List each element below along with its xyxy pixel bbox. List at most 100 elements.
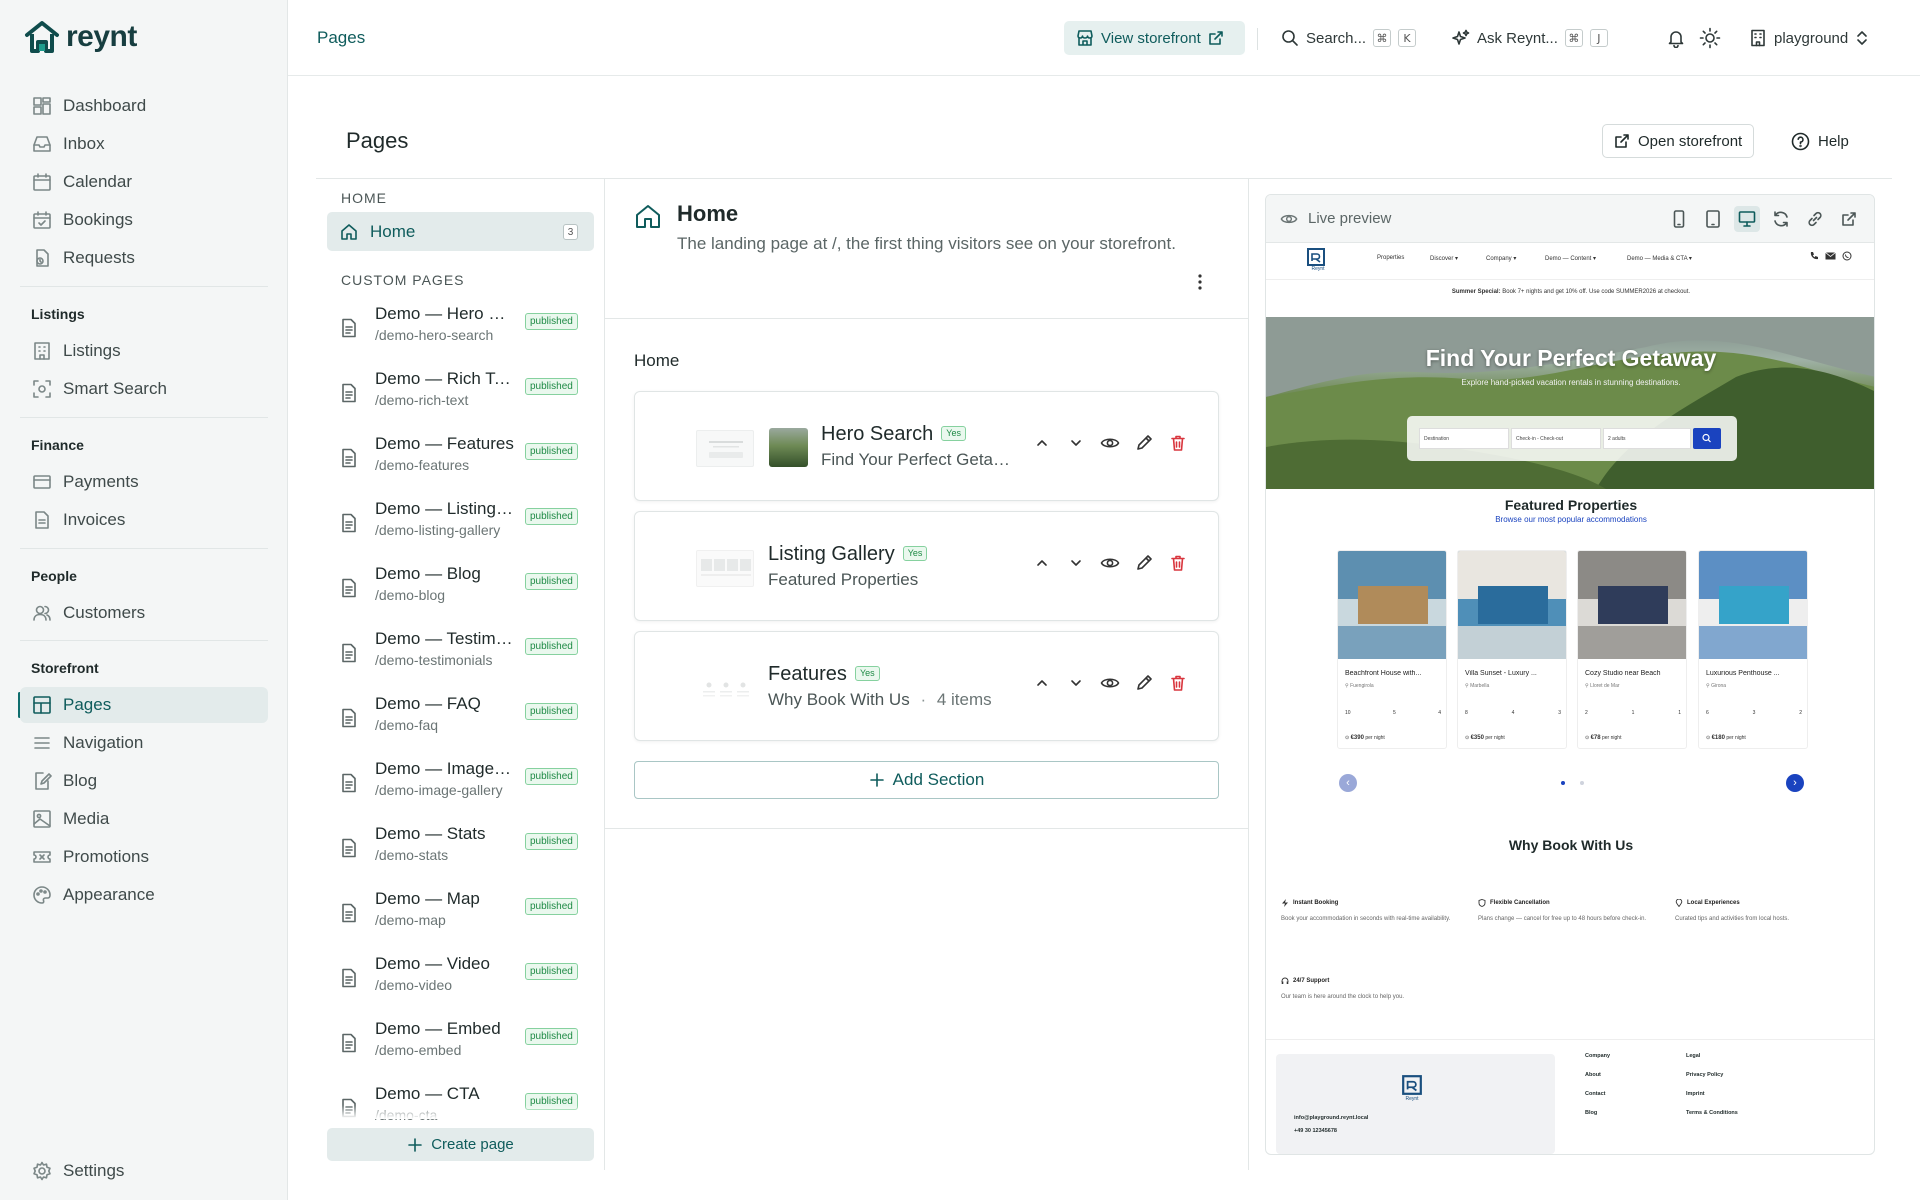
help-button[interactable]: Help [1791,124,1849,158]
property-location: ⚲ Marbella [1465,683,1490,689]
move-down-icon[interactable] [1065,432,1087,454]
workspace-switcher[interactable]: playground [1749,21,1869,55]
theme-toggle-button[interactable] [1699,21,1721,55]
link-icon[interactable] [1802,206,1828,232]
nav-settings[interactable]: Settings [20,1153,268,1189]
page-item-home[interactable]: Home 3 [327,212,594,251]
site-nav-item[interactable]: Company ▾ [1486,255,1516,262]
nav-calendar[interactable]: Calendar [20,164,268,200]
carousel-prev-button[interactable]: ‹ [1339,774,1357,792]
trash-icon[interactable] [1167,432,1189,454]
nav-requests[interactable]: Requests [20,240,268,276]
edit-pencil-icon[interactable] [1133,552,1155,574]
footer-link[interactable]: Imprint [1686,1091,1705,1097]
footer-link[interactable]: Terms & Conditions [1686,1110,1738,1116]
move-up-icon[interactable] [1031,432,1053,454]
carousel-dot[interactable] [1580,781,1584,785]
page-item[interactable]: Demo — Stats/demo-stats published [340,824,590,884]
trash-icon[interactable] [1167,552,1189,574]
nav-smart-search[interactable]: Smart Search [20,371,268,407]
hero-landscape-image [1266,317,1874,489]
edit-pencil-icon[interactable] [1133,432,1155,454]
nav-dashboard[interactable]: Dashboard [20,88,268,124]
tablet-icon[interactable] [1700,206,1726,232]
add-section-label: Add Section [892,770,985,789]
nav-label: Customers [63,603,146,622]
dates-field[interactable]: Check-in - Check-out [1511,428,1601,449]
footer-phone: +49 30 12345678 [1294,1128,1337,1134]
property-card[interactable]: Luxurious Penthouse ... ⚲ Girona 6 3 2 ⊙ €180… [1698,550,1808,749]
nav-bookings[interactable]: Bookings [20,202,268,238]
ask-reynt-button[interactable]: Ask Reynt... ⌘ J [1452,21,1608,55]
page-item[interactable]: Demo — Hero Search/demo-hero-search publi… [340,304,590,364]
refresh-icon[interactable] [1768,206,1794,232]
page-item[interactable]: Demo — Testimonials/demo-testimonials pub… [340,629,590,689]
carousel-next-button[interactable]: › [1786,774,1804,792]
eye-icon[interactable] [1099,672,1121,694]
property-card[interactable]: Cozy Studio near Beach ⚲ Lloret de Mar 2 1 1… [1577,550,1687,749]
destination-field[interactable]: Destination [1419,428,1509,449]
property-price: ⊙ €78 per night [1585,735,1622,741]
more-options-icon[interactable] [1196,272,1204,292]
brand-logo[interactable]: reynt [24,20,137,54]
page-item[interactable]: Demo — FAQ/demo-faq published [340,694,590,754]
page-item[interactable]: Demo — Image Gallery/demo-image-gallery p… [340,759,590,819]
section-card-features[interactable]: Features Yes Why Book With Us · 4 items [634,631,1219,741]
page-item[interactable]: Demo — Features/demo-features published [340,434,590,494]
trash-icon[interactable] [1167,672,1189,694]
guests-field[interactable]: 2 adults [1603,428,1691,449]
open-storefront-button[interactable]: Open storefront [1602,124,1755,158]
page-item[interactable]: Demo — Embed/demo-embed published [340,1019,590,1079]
nav-appearance[interactable]: Appearance [20,877,268,913]
move-up-icon[interactable] [1031,672,1053,694]
create-page-button[interactable]: Create page [327,1128,594,1161]
hero-search-button[interactable] [1693,428,1721,449]
kbd-j: J [1589,29,1608,47]
nav-navigation[interactable]: Navigation [20,725,268,761]
section-card-hero-search[interactable]: Hero Search Yes Find Your Perfect Getaway [634,391,1219,501]
property-card[interactable]: Beachfront House with... ⚲ Fuengirola 10 5 4… [1337,550,1447,749]
nav-listings[interactable]: Listings [20,333,268,369]
search-button[interactable]: Search... ⌘ K [1281,21,1417,55]
site-nav-item[interactable]: Demo — Media & CTA ▾ [1627,255,1692,262]
page-item[interactable]: Demo — Blog/demo-blog published [340,564,590,624]
nav-inbox[interactable]: Inbox [20,126,268,162]
desktop-icon[interactable] [1734,206,1760,232]
eye-icon[interactable] [1099,432,1121,454]
nav-invoices[interactable]: Invoices [20,502,268,538]
external-link-icon[interactable] [1836,206,1862,232]
footer-email[interactable]: info@playground.reynt.local [1294,1112,1368,1125]
eye-icon[interactable] [1099,552,1121,574]
page-item[interactable]: Demo — Video/demo-video published [340,954,590,1014]
footer-link[interactable]: Privacy Policy [1686,1072,1723,1078]
page-item[interactable]: Demo — Listing Gallery/demo-listing-gall… [340,499,590,559]
breadcrumb[interactable]: Pages [317,28,365,48]
view-storefront-button[interactable]: View storefront [1064,21,1245,55]
nav-blog[interactable]: Blog [20,763,268,799]
nav-media[interactable]: Media [20,801,268,837]
chevron-up-down-icon [1855,29,1869,47]
mobile-icon[interactable] [1666,206,1692,232]
site-nav-item[interactable]: Discover ▾ [1430,255,1458,262]
footer-link[interactable]: Blog [1585,1110,1597,1116]
move-down-icon[interactable] [1065,552,1087,574]
nav-pages[interactable]: Pages [20,687,268,723]
nav-promotions[interactable]: Promotions [20,839,268,875]
site-nav-item[interactable]: Demo — Content ▾ [1545,255,1596,262]
edit-pencil-icon[interactable] [1133,672,1155,694]
move-down-icon[interactable] [1065,672,1087,694]
site-nav-item[interactable]: Properties [1377,255,1404,261]
nav-payments[interactable]: Payments [20,464,268,500]
footer-link[interactable]: About [1585,1072,1601,1078]
carousel-dot-active[interactable] [1561,781,1565,785]
notifications-button[interactable] [1666,21,1686,55]
property-card[interactable]: Villa Sunset - Luxury ... ⚲ Marbella 8 4 3 ⊙ … [1457,550,1567,749]
section-card-listing-gallery[interactable]: Listing Gallery Yes Featured Properties [634,511,1219,621]
add-section-button[interactable]: Add Section [634,761,1219,799]
nav-customers[interactable]: Customers [20,595,268,631]
page-item[interactable]: Demo — Rich Text/demo-rich-text published [340,369,590,429]
page-item[interactable]: Demo — Map/demo-map published [340,889,590,949]
search-icon [1281,29,1299,47]
footer-link[interactable]: Contact [1585,1091,1605,1097]
move-up-icon[interactable] [1031,552,1053,574]
